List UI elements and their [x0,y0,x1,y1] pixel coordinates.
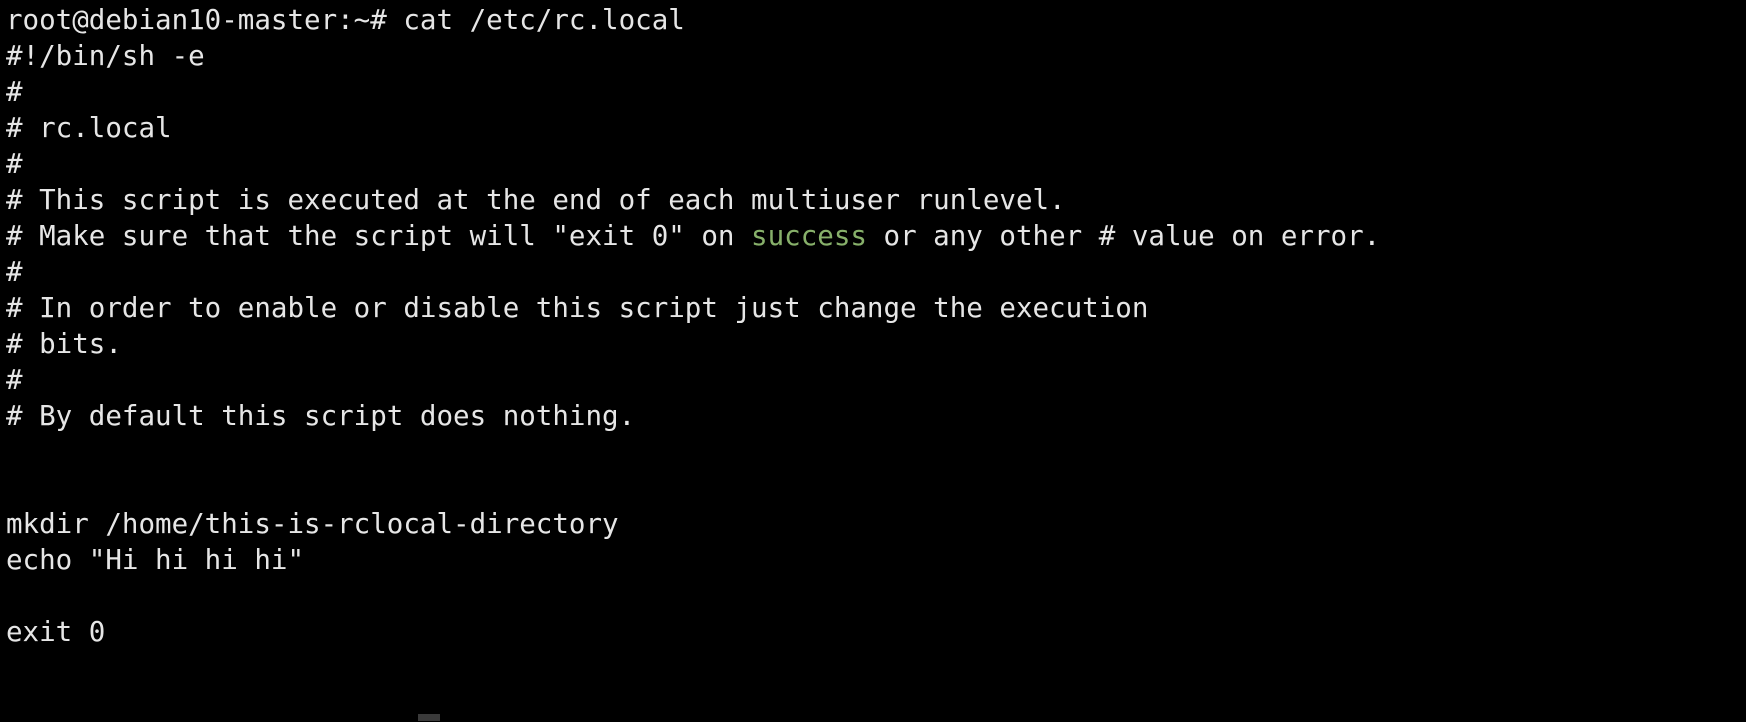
line-by-default: # By default this script does nothing. [6,398,1746,434]
terminal-cursor [418,714,440,721]
line-prompt: root@debian10-master:~# cat /etc/rc.loca… [6,2,1746,38]
terminal-text: #!/bin/sh -e [6,40,205,72]
line-shebang: #!/bin/sh -e [6,38,1746,74]
terminal-text: # [6,364,23,396]
terminal-text: mkdir /home/this-is-rclocal-directory [6,508,619,540]
terminal-text: exit 0 [6,616,106,648]
line-hash-1: # [6,74,1746,110]
terminal-text-highlight: success [751,220,867,252]
line-mkdir: mkdir /home/this-is-rclocal-directory [6,506,1746,542]
terminal-text: # [6,148,23,180]
line-echo: echo "Hi hi hi hi" [6,542,1746,578]
terminal-text: # bits. [6,328,122,360]
line-bits: # bits. [6,326,1746,362]
terminal-text: # [6,256,23,288]
terminal-text: root@debian10-master:~# cat /etc/rc.loca… [6,4,685,36]
terminal-text: # [6,76,23,108]
line-blank-3 [6,578,1746,614]
line-make-sure: # Make sure that the script will "exit 0… [6,218,1746,254]
line-hash-2: # [6,146,1746,182]
terminal-text: # By default this script does nothing. [6,400,636,432]
terminal-screen[interactable]: root@debian10-master:~# cat /etc/rc.loca… [0,0,1746,722]
terminal-text: # rc.local [6,112,172,144]
terminal-text: echo "Hi hi hi hi" [6,544,305,576]
terminal-output: root@debian10-master:~# cat /etc/rc.loca… [6,2,1746,650]
line-hash-3: # [6,254,1746,290]
terminal-text: or any other # value on error. [866,220,1381,252]
line-blank-2 [6,470,1746,506]
line-in-order: # In order to enable or disable this scr… [6,290,1746,326]
terminal-text: # This script is executed at the end of … [6,184,1066,216]
line-rclocal: # rc.local [6,110,1746,146]
line-blank-1 [6,434,1746,470]
terminal-text: # In order to enable or disable this scr… [6,292,1149,324]
line-exit: exit 0 [6,614,1746,650]
line-this-script: # This script is executed at the end of … [6,182,1746,218]
terminal-text: # Make sure that the script will "exit 0… [6,220,752,252]
line-hash-4: # [6,362,1746,398]
